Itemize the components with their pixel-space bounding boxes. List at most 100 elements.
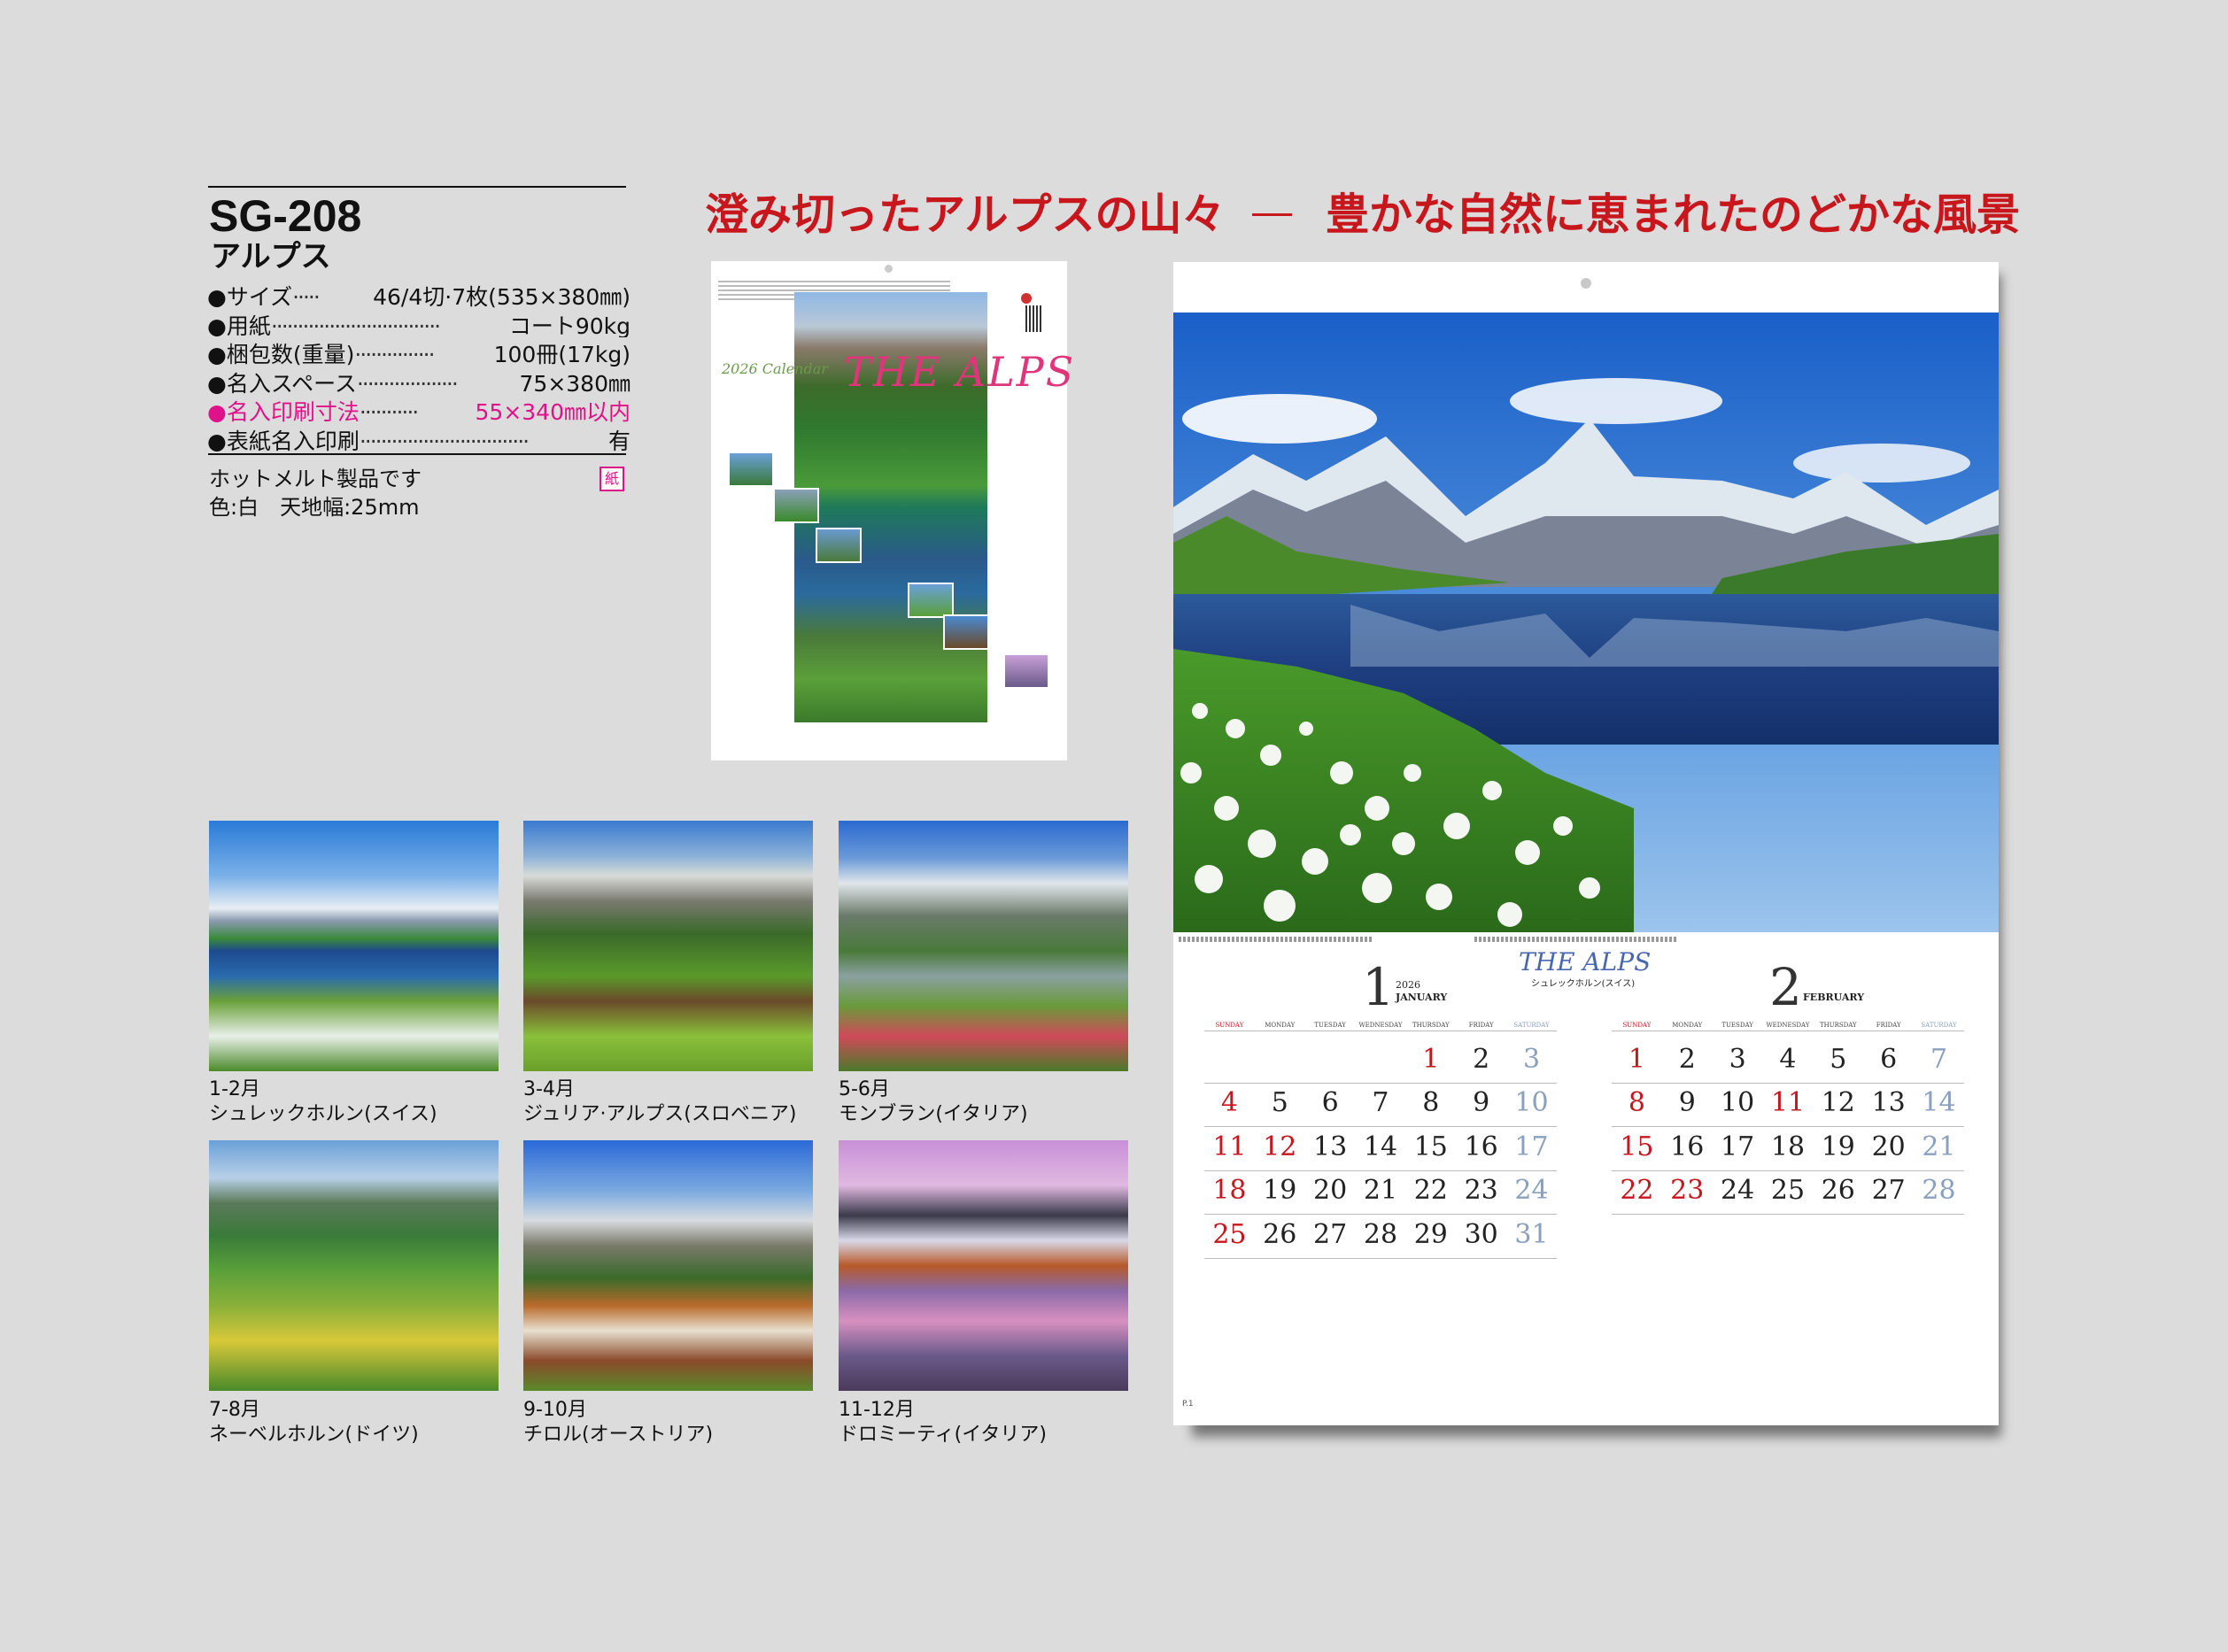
spec-label: ●名入印刷寸法 (207, 399, 360, 424)
calendar-day: 6 (1321, 1087, 1339, 1119)
month-name: FEBRUARY (1803, 992, 1865, 1003)
cover-image: 2026 Calendar THE ALPS (711, 261, 1073, 760)
caption-period: 5-6月 (839, 1078, 890, 1100)
caption-place: ネーベルホルン(ドイツ) (209, 1424, 419, 1446)
calendar-day: 12 (1263, 1131, 1297, 1162)
caption-jul-aug: 7-8月 ネーベルホルン(ドイツ) (209, 1398, 419, 1447)
month-number: 2 (1769, 957, 1802, 1017)
calendar-day: 1 (1628, 1044, 1645, 1075)
spec-value: コート90kg (508, 313, 630, 338)
caption-period: 9-10月 (523, 1399, 587, 1421)
calendar-day: 8 (1628, 1087, 1645, 1119)
spec-row-paper: ●用紙 ································ コート… (207, 309, 630, 338)
calendar-day: 28 (1363, 1218, 1398, 1250)
hanging-hole (885, 265, 893, 273)
calendar-day: 8 (1422, 1087, 1440, 1119)
calendar-day: 26 (1263, 1218, 1297, 1250)
cover-thumb (943, 614, 989, 650)
calendar-day: 26 (1821, 1175, 1855, 1207)
caption-place: チロル(オーストリア) (523, 1424, 714, 1446)
calendar-day: 23 (1670, 1175, 1705, 1207)
spec-dots: ··········· (359, 399, 419, 424)
calendar-day: 10 (1721, 1087, 1755, 1119)
product-name: アルプス (211, 239, 331, 274)
calendar-day: 27 (1313, 1218, 1348, 1250)
calendar-location: シュレックホルン(スイス) (1531, 979, 1636, 989)
calendar-day: 25 (1770, 1175, 1806, 1207)
spec-label: ●梱包数(重量) (207, 342, 355, 367)
calendar-day: 19 (1821, 1131, 1855, 1162)
grid-line (1204, 1170, 1557, 1171)
month-photo-sep-oct (523, 1140, 813, 1391)
headline-right: 豊かな自然に恵まれたのどかな風景 (1325, 189, 2020, 240)
spec-top-rule (208, 186, 626, 188)
calendar-day: 2 (1678, 1044, 1696, 1075)
hanging-hole (1581, 278, 1591, 289)
cover-thumb (1003, 653, 1049, 689)
spec-row-size: ●サイズ ····· 46/4切·7枚(535×380㎜) (207, 280, 630, 309)
weekday-header: SATURDAY (1921, 1022, 1957, 1029)
cover-calendar-text: 2026 Calendar (722, 360, 828, 377)
grid-line (1204, 1126, 1557, 1128)
spec-label: ●表紙名入印刷 (207, 428, 360, 453)
caption-sep-oct: 9-10月 チロル(オーストリア) (523, 1398, 713, 1447)
weekday-header: SATURDAY (1513, 1022, 1550, 1029)
publisher-logo (1021, 293, 1032, 304)
spec-value: 有 (607, 428, 630, 453)
calendar-day: 25 (1212, 1218, 1247, 1250)
caption-period: 7-8月 (209, 1399, 260, 1421)
caption-place: シュレックホルン(スイス) (209, 1103, 437, 1125)
weekday-header: FRIDAY (1468, 1022, 1494, 1029)
calendar-day: 9 (1678, 1087, 1696, 1119)
month-photo-jan-feb (209, 821, 499, 1071)
spec-row-name-space: ●名入スペース ··················· 75×380㎜ (207, 367, 630, 396)
calendar-day: 21 (1922, 1131, 1956, 1162)
spec-row-packing: ●梱包数(重量) ··············· 100冊(17kg) (207, 337, 630, 367)
calendar-day: 31 (1514, 1218, 1549, 1250)
weekday-header: TUESDAY (1314, 1022, 1346, 1029)
month-name: JANUARY (1396, 992, 1448, 1003)
grid-line (1204, 1083, 1557, 1084)
calendar-day: 20 (1313, 1175, 1348, 1207)
caption-place: モンブラン(イタリア) (839, 1103, 1028, 1125)
note-color: 色:白 天地幅:25mm (209, 495, 420, 520)
weekday-header: MONDAY (1265, 1022, 1296, 1029)
spec-list: ●サイズ ····· 46/4切·7枚(535×380㎜) ●用紙 ······… (207, 280, 630, 452)
spec-label: ●サイズ (207, 284, 293, 309)
cover-thumb (908, 583, 954, 618)
spec-dots: ································ (270, 313, 441, 338)
caption-period: 3-4月 (523, 1078, 575, 1100)
caption-place: ドロミーティ(イタリア) (839, 1424, 1047, 1446)
calendar-day: 23 (1464, 1175, 1498, 1207)
calendar-day: 4 (1779, 1044, 1797, 1075)
calendar-day: 24 (1514, 1175, 1549, 1207)
weekday-header: FRIDAY (1876, 1022, 1901, 1029)
calendar-page: THE ALPS シュレックホルン(スイス) 1 2026 JANUARY SU… (1173, 262, 1999, 1425)
calendar-day: 30 (1464, 1218, 1498, 1250)
cover-title: THE ALPS (844, 348, 1076, 396)
calendar-day: 20 (1871, 1131, 1906, 1162)
weekday-header: THURSDAY (1412, 1022, 1450, 1029)
calendar-day: 17 (1514, 1131, 1549, 1162)
spec-value: 55×340㎜以内 (475, 399, 630, 424)
model-number: SG-208 (209, 191, 362, 241)
spec-value: 100冊(17kg) (493, 342, 630, 367)
calendar-day: 29 (1413, 1218, 1448, 1250)
calendar-day: 13 (1313, 1131, 1348, 1162)
grid-line (1204, 1257, 1557, 1259)
calendar-day: 18 (1212, 1175, 1247, 1207)
calendar-day: 13 (1871, 1087, 1906, 1119)
headline-left: 澄み切ったアルプスの山々 (705, 189, 1226, 240)
calendar-day: 19 (1263, 1175, 1297, 1207)
calendar-day: 10 (1514, 1087, 1549, 1119)
page-number: P.1 (1182, 1400, 1194, 1409)
cover-thumb (728, 452, 774, 487)
headline-dash (1251, 212, 1292, 216)
spec-dots: ····· (292, 284, 321, 309)
weekday-header: THURSDAY (1819, 1022, 1857, 1029)
calendar-day: 14 (1363, 1131, 1398, 1162)
calendar-day: 3 (1729, 1044, 1746, 1075)
calendar-day: 16 (1464, 1131, 1498, 1162)
caption-may-jun: 5-6月 モンブラン(イタリア) (839, 1077, 1028, 1127)
calendar-day: 9 (1473, 1087, 1490, 1119)
